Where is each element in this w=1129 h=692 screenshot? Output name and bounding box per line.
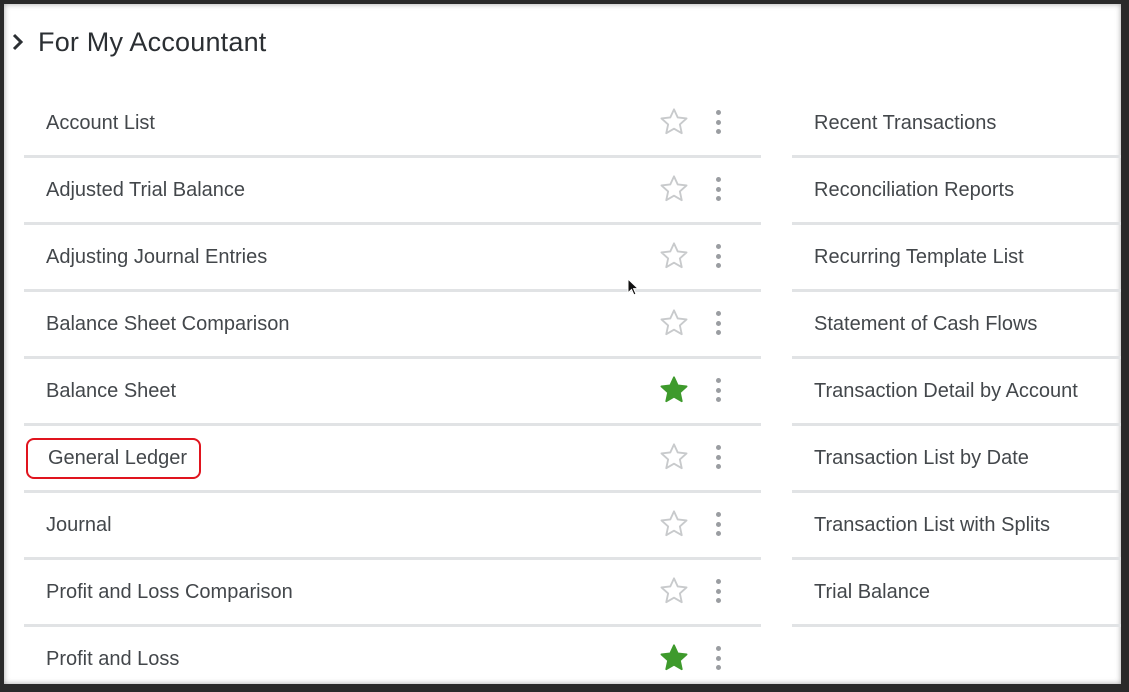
report-link-highlighted[interactable]: General Ledger: [26, 437, 201, 479]
report-row-adjusting-journal-entries[interactable]: Adjusting Journal Entries: [24, 225, 761, 292]
report-row-transaction-list-with-splits[interactable]: Transaction List with Splits: [792, 493, 1121, 560]
report-link[interactable]: Reconciliation Reports: [814, 171, 1014, 210]
star-outline-icon[interactable]: [658, 307, 690, 339]
report-link[interactable]: Recent Transactions: [814, 104, 996, 143]
report-row-profit-and-loss-comparison[interactable]: Profit and Loss Comparison: [24, 560, 761, 627]
report-row-balance-sheet[interactable]: Balance Sheet: [24, 359, 761, 426]
report-row-balance-sheet-comparison[interactable]: Balance Sheet Comparison: [24, 292, 761, 359]
report-row-account-list[interactable]: Account List: [24, 91, 761, 158]
star-filled-icon[interactable]: [658, 642, 690, 674]
report-link[interactable]: Trial Balance: [814, 573, 930, 612]
more-options-icon[interactable]: [710, 509, 726, 539]
more-options-icon[interactable]: [710, 241, 726, 271]
more-options-icon[interactable]: [710, 107, 726, 137]
report-row-recent-transactions[interactable]: Recent Transactions: [792, 91, 1121, 158]
star-outline-icon[interactable]: [658, 173, 690, 205]
more-options-icon[interactable]: [710, 576, 726, 606]
report-row-profit-and-loss[interactable]: Profit and Loss: [24, 627, 761, 684]
more-options-icon[interactable]: [710, 174, 726, 204]
report-link[interactable]: Transaction List with Splits: [814, 506, 1050, 545]
report-row-transaction-detail-by-account[interactable]: Transaction Detail by Account: [792, 359, 1121, 426]
report-row-trial-balance[interactable]: Trial Balance: [792, 560, 1121, 627]
right-report-list: Recent Transactions Reconciliation Repor…: [792, 91, 1121, 627]
report-row-general-ledger[interactable]: General Ledger: [24, 426, 761, 493]
report-row-journal[interactable]: Journal: [24, 493, 761, 560]
star-outline-icon[interactable]: [658, 240, 690, 272]
report-link[interactable]: Account List: [46, 104, 155, 143]
report-row-adjusted-trial-balance[interactable]: Adjusted Trial Balance: [24, 158, 761, 225]
report-link[interactable]: Profit and Loss: [46, 640, 179, 679]
report-row-recurring-template-list[interactable]: Recurring Template List: [792, 225, 1121, 292]
section-title: For My Accountant: [38, 26, 267, 57]
report-link[interactable]: Adjusting Journal Entries: [46, 238, 267, 277]
report-row-reconciliation-reports[interactable]: Reconciliation Reports: [792, 158, 1121, 225]
more-options-icon[interactable]: [710, 375, 726, 405]
report-row-transaction-list-by-date[interactable]: Transaction List by Date: [792, 426, 1121, 493]
report-link[interactable]: Transaction List by Date: [814, 439, 1029, 478]
more-options-icon[interactable]: [710, 643, 726, 673]
report-link[interactable]: Adjusted Trial Balance: [46, 171, 245, 210]
report-link[interactable]: Recurring Template List: [814, 238, 1024, 277]
report-row-statement-of-cash-flows[interactable]: Statement of Cash Flows: [792, 292, 1121, 359]
star-outline-icon[interactable]: [658, 441, 690, 473]
report-link[interactable]: Statement of Cash Flows: [814, 305, 1037, 344]
mouse-cursor-icon: [627, 278, 640, 296]
chevron-right-icon[interactable]: [6, 30, 30, 54]
left-report-list: Account List Adjusted Trial Balance Adju…: [24, 91, 761, 684]
report-link[interactable]: Balance Sheet: [46, 372, 176, 411]
section-header[interactable]: For My Accountant: [4, 22, 267, 62]
more-options-icon[interactable]: [710, 442, 726, 472]
report-link[interactable]: Transaction Detail by Account: [814, 372, 1078, 411]
star-filled-icon[interactable]: [658, 374, 690, 406]
report-link[interactable]: Profit and Loss Comparison: [46, 573, 293, 612]
report-section-panel: For My Accountant Account List Adjusted …: [4, 4, 1121, 684]
more-options-icon[interactable]: [710, 308, 726, 338]
report-link[interactable]: Journal: [46, 506, 112, 545]
star-outline-icon[interactable]: [658, 575, 690, 607]
star-outline-icon[interactable]: [658, 106, 690, 138]
report-link[interactable]: Balance Sheet Comparison: [46, 305, 289, 344]
star-outline-icon[interactable]: [658, 508, 690, 540]
